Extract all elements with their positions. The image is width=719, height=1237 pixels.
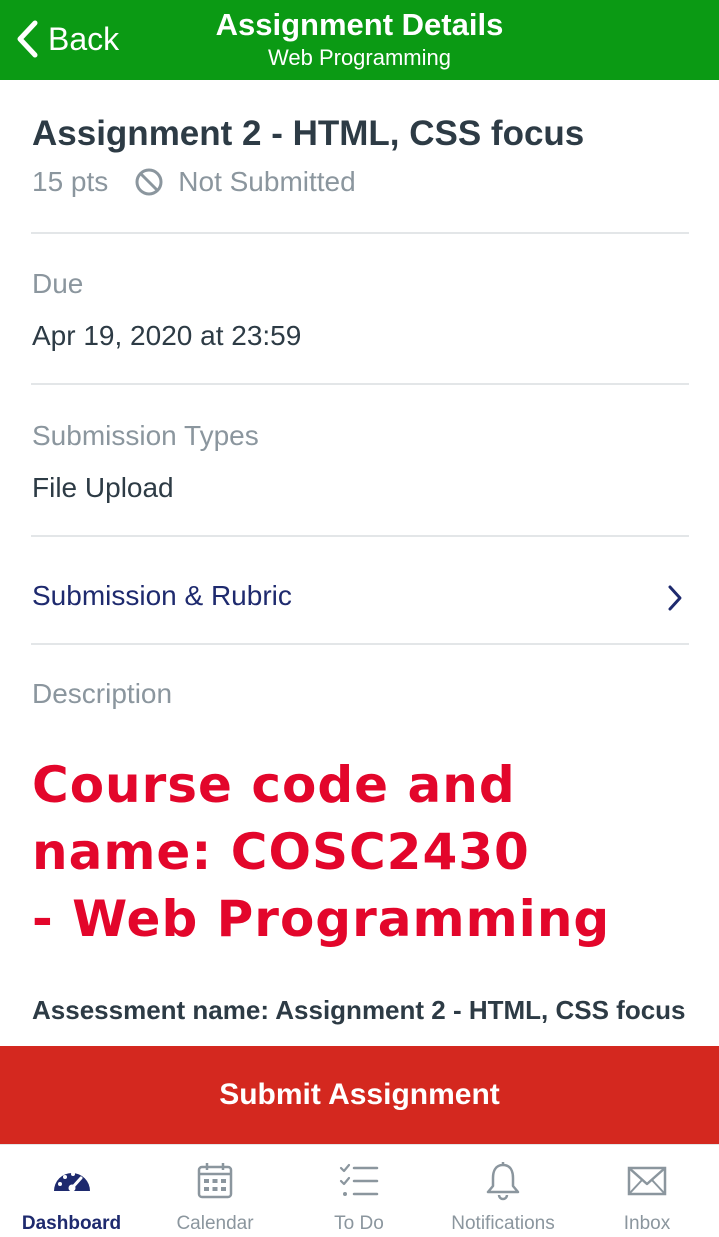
- course-line: - Web Programming: [32, 890, 611, 948]
- mail-icon: [627, 1166, 667, 1196]
- tab-inbox[interactable]: Inbox: [575, 1145, 719, 1237]
- tab-bar: Dashboard Calendar To Do Notifications I…: [0, 1144, 719, 1237]
- tab-label: Dashboard: [21, 1213, 122, 1234]
- due-label: Due: [32, 268, 84, 299]
- course-line: name: COSC2430: [32, 823, 530, 881]
- submission-types-label: Submission Types: [32, 420, 259, 451]
- calendar-icon: [197, 1163, 233, 1199]
- chevron-right-icon: [668, 585, 682, 611]
- divider: [31, 383, 689, 385]
- todo-icon: [339, 1163, 379, 1196]
- dashboard-icon: [53, 1172, 90, 1192]
- assessment-name: Assessment name: Assignment 2 - HTML, CS…: [32, 995, 686, 1025]
- tab-label: To Do: [334, 1213, 384, 1234]
- page-subtitle: Web Programming: [268, 45, 451, 70]
- assignment-details[interactable]: Assignment 2 - HTML, CSS focus 15 pts No…: [0, 80, 719, 1046]
- tab-label: Notifications: [451, 1213, 555, 1234]
- divider: [31, 643, 689, 645]
- chevron-left-icon: [17, 20, 38, 58]
- tab-todo[interactable]: To Do: [287, 1145, 431, 1237]
- course-line: Course code and: [32, 756, 516, 814]
- divider: [31, 535, 689, 537]
- nav-header: Back Assignment Details Web Programming: [0, 0, 719, 80]
- tab-label: Calendar: [176, 1213, 254, 1234]
- tab-label: Inbox: [623, 1213, 671, 1234]
- description-label: Description: [32, 678, 173, 709]
- back-label: Back: [48, 20, 120, 57]
- tab-dashboard[interactable]: Dashboard: [0, 1145, 143, 1237]
- submission-rubric-row[interactable]: Submission & Rubric: [0, 538, 719, 644]
- tab-calendar[interactable]: Calendar: [143, 1145, 287, 1237]
- submit-assignment-button[interactable]: Submit Assignment: [0, 1046, 719, 1144]
- bell-icon: [486, 1162, 520, 1201]
- no-entry-icon: [135, 168, 163, 196]
- assignment-meta: 15 pts Not Submitted: [32, 166, 356, 198]
- submission-types-value: File Upload: [32, 472, 174, 503]
- divider: [31, 232, 689, 234]
- points-label: 15 pts: [32, 166, 109, 197]
- tab-notifications[interactable]: Notifications: [431, 1145, 575, 1237]
- back-button[interactable]: Back: [14, 14, 119, 64]
- header-titles: Assignment Details Web Programming: [160, 6, 559, 72]
- page-title: Assignment Details: [215, 7, 504, 42]
- course-heading: Course code and name: COSC2430 - Web Pro…: [32, 752, 692, 953]
- submission-rubric-label: Submission & Rubric: [32, 580, 292, 611]
- submission-status: Not Submitted: [178, 166, 356, 197]
- assignment-title: Assignment 2 - HTML, CSS focus: [32, 114, 585, 153]
- due-date: Apr 19, 2020 at 23:59: [32, 320, 302, 351]
